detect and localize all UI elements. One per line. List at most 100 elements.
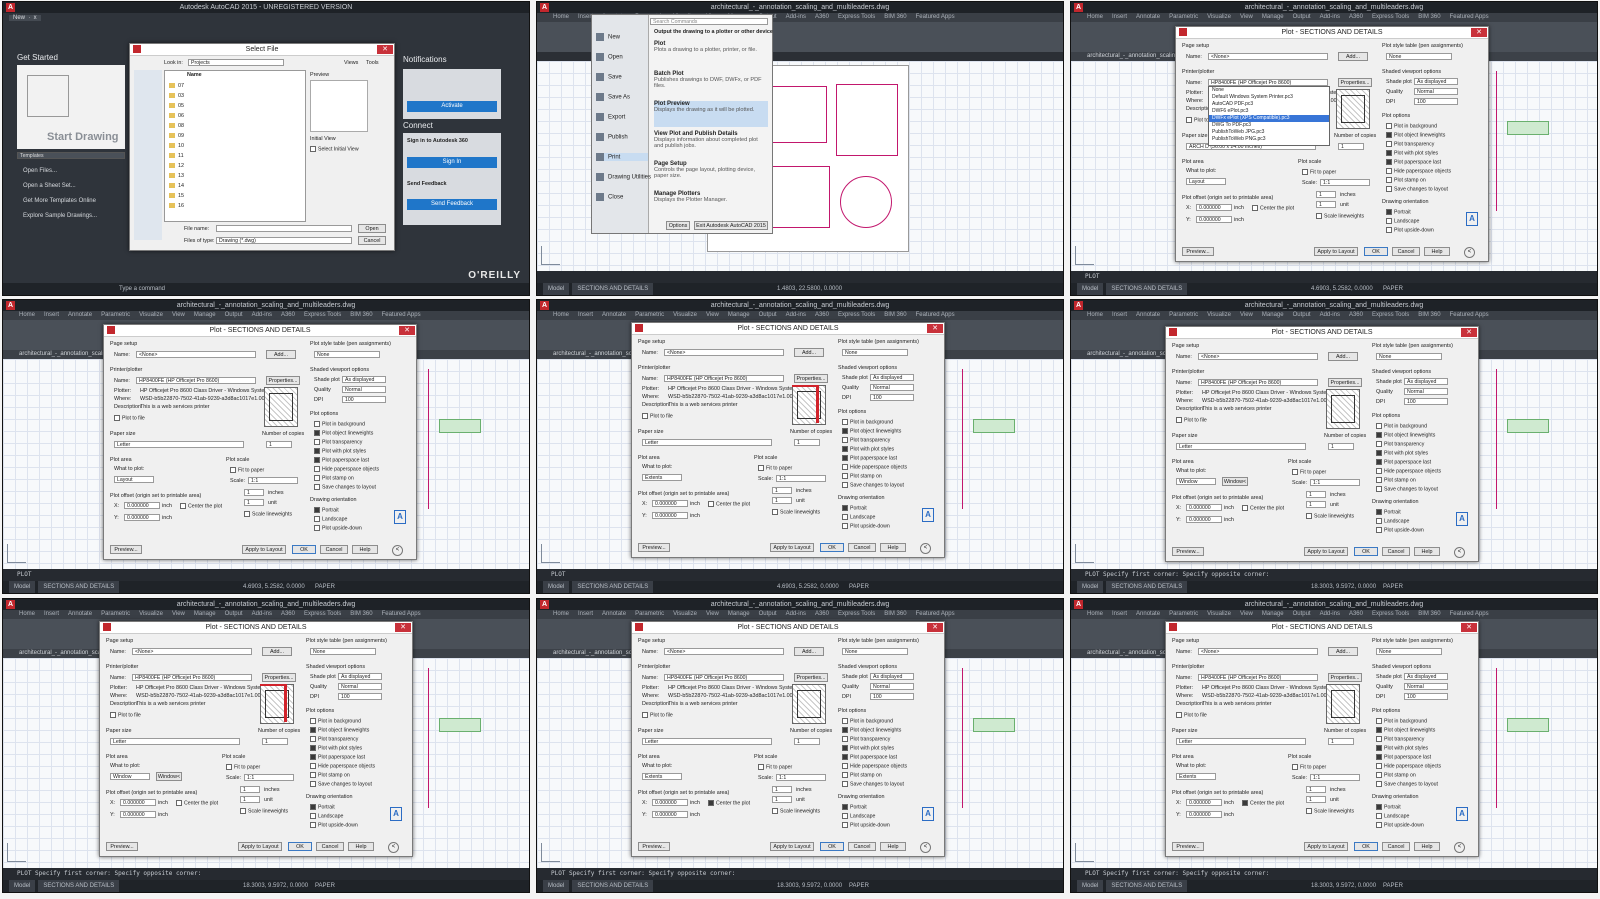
ribbon-tab-featured-apps[interactable]: Featured Apps [1450,611,1489,617]
plot-style-dropdown[interactable]: None [1376,648,1442,655]
plot-option-hide-paperspace-objects[interactable]: Hide paperspace objects [842,464,907,470]
plot-option-plot-in-background[interactable]: Plot in background [1386,123,1437,129]
plot-option-plot-stamp-on[interactable]: Plot stamp on [842,772,882,778]
ribbon-tab-parametric[interactable]: Parametric [101,312,130,318]
open-sheet-set-link[interactable]: Open a Sheet Set... [23,183,76,189]
ribbon-tab-output[interactable]: Output [1293,312,1311,318]
ribbon-tab-express-tools[interactable]: Express Tools [1372,14,1409,20]
ribbon-tab-express-tools[interactable]: Express Tools [838,312,875,318]
number-of-copies-stepper[interactable]: 1 [1328,738,1354,745]
ribbon-tab-insert[interactable]: Insert [1112,312,1127,318]
add-page-setup-button[interactable]: Add... [1328,352,1358,361]
scale-numerator-input[interactable]: 1 [1306,786,1326,793]
ribbon-tab-home[interactable]: Home [1087,312,1103,318]
add-page-setup-button[interactable]: Add... [266,350,296,359]
number-of-copies-stepper[interactable]: 1 [1338,143,1364,150]
app-menu-item-drawing-utilities[interactable]: Drawing Utilities [596,173,651,181]
ribbon-tab-home[interactable]: Home [553,312,569,318]
printer-option[interactable]: AutoCAD PDF.pc3 [1209,101,1329,108]
ribbon-tab-annotate[interactable]: Annotate [68,611,92,617]
expand-collapse-icon[interactable]: < [920,543,931,554]
upside-down-checkbox[interactable]: Plot upside-down [842,822,890,828]
shade-plot-dropdown[interactable]: As displayed [1404,673,1448,680]
command-line[interactable]: PLOT [3,569,529,581]
autocad-logo-icon[interactable]: A [1074,3,1083,12]
look-in-dropdown[interactable]: Projects [188,59,284,66]
landscape-radio[interactable]: Landscape [1386,218,1419,224]
ribbon-tab-view[interactable]: View [172,611,185,617]
start-drawing-tile[interactable]: Start Drawing [17,65,125,149]
paper-size-dropdown[interactable]: Letter [642,738,772,745]
ribbon-tab-visualize[interactable]: Visualize [673,611,697,617]
portrait-radio[interactable]: Portrait [1376,509,1401,515]
ribbon-tab-annotate[interactable]: Annotate [1136,611,1160,617]
quality-dropdown[interactable]: Normal [1414,88,1458,95]
center-the-plot-checkbox[interactable]: Center the plot [180,503,222,509]
ribbon-tab-insert[interactable]: Insert [1112,611,1127,617]
plot-option-plot-object-lineweights[interactable]: Plot object lineweights [314,430,373,436]
dpi-input[interactable]: 100 [1404,398,1448,405]
folder-row[interactable]: 09 [169,131,184,141]
plot-option-hide-paperspace-objects[interactable]: Hide paperspace objects [314,466,379,472]
ribbon-tab-view[interactable]: View [1240,312,1253,318]
dpi-input[interactable]: 100 [870,394,914,401]
model-tab[interactable]: Model [543,880,570,892]
get-templates-link[interactable]: Get More Templates Online [23,198,96,204]
ribbon-tab-a360[interactable]: A360 [815,14,829,20]
ribbon-tab-add-ins[interactable]: Add-ins [786,312,806,318]
cancel-button[interactable]: Cancel [848,842,876,851]
plot-option-plot-with-plot-styles[interactable]: Plot with plot styles [310,745,362,751]
help-button[interactable]: Help [880,842,906,851]
paper-space-indicator[interactable]: PAPER [315,581,335,593]
ribbon-tabs[interactable]: Home Insert Annotate Parametric Visualize Vie… [1071,13,1597,22]
plot-option-plot-object-lineweights[interactable]: Plot object lineweights [842,727,901,733]
cancel-button[interactable]: Cancel [320,545,348,554]
preview-button[interactable]: Preview... [1182,247,1214,256]
ribbon-tab-output[interactable]: Output [1293,611,1311,617]
center-the-plot-checkbox[interactable]: Center the plot [1242,800,1284,806]
folder-row[interactable]: 07 [169,81,184,91]
ribbon-tab-featured-apps[interactable]: Featured Apps [916,14,955,20]
places-bar[interactable] [134,70,162,240]
print-option-manage-plotters[interactable]: Manage Plotters Displays the Plotter Mana… [654,191,768,217]
print-option-plot[interactable]: Plot Plots a drawing to a plotter, printe… [654,41,768,67]
file-list[interactable]: Name 07 03 05 06 08 09 10 11 12 13 14 15 16 [164,70,306,222]
y-offset-input[interactable]: 0.000000 [652,811,688,818]
plot-style-dropdown[interactable]: None [1376,353,1442,360]
plot-to-file-checkbox[interactable]: Plot to file [642,413,673,419]
close-icon[interactable]: ✕ [1461,328,1477,337]
page-setup-name-dropdown[interactable]: <None> [136,351,256,358]
window-select-button[interactable]: Window< [1222,477,1248,486]
close-icon[interactable]: ✕ [1471,28,1487,37]
plot-to-file-checkbox[interactable]: Plot to file [642,712,673,718]
fit-to-paper-checkbox[interactable]: Fit to paper [1302,169,1336,175]
ribbon-tab-add-ins[interactable]: Add-ins [1320,611,1340,617]
x-offset-input[interactable]: 0.000000 [120,799,156,806]
properties-button[interactable]: Properties... [266,376,300,385]
preview-button[interactable]: Preview... [106,842,138,851]
folder-row[interactable]: 03 [169,91,184,101]
command-line[interactable]: PLOT [537,569,1063,581]
plot-option-save-changes-to-layout[interactable]: Save changes to layout [310,781,372,787]
landscape-radio[interactable]: Landscape [842,813,875,819]
name-column-header[interactable]: Name [187,72,202,78]
what-to-plot-dropdown[interactable]: Layout [114,476,154,483]
model-tab[interactable]: Model [543,581,570,593]
properties-button[interactable]: Properties... [794,673,828,682]
app-menu-item-export[interactable]: Export [596,113,625,121]
folder-row[interactable]: 11 [169,151,184,161]
page-setup-name-dropdown[interactable]: <None> [1198,648,1318,655]
fit-to-paper-checkbox[interactable]: Fit to paper [758,764,792,770]
ribbon-tab-manage[interactable]: Manage [728,611,750,617]
model-tab[interactable]: Model [1077,581,1104,593]
help-button[interactable]: Help [1414,842,1440,851]
apply-to-layout-button[interactable]: Apply to Layout [242,545,286,554]
plot-option-hide-paperspace-objects[interactable]: Hide paperspace objects [1386,168,1451,174]
properties-button[interactable]: Properties... [262,673,296,682]
center-the-plot-checkbox[interactable]: Center the plot [176,800,218,806]
upside-down-checkbox[interactable]: Plot upside-down [1386,227,1434,233]
help-button[interactable]: Help [880,543,906,552]
ribbon-tab-parametric[interactable]: Parametric [101,611,130,617]
close-icon[interactable]: ✕ [395,623,411,632]
ribbon-tab-manage[interactable]: Manage [1262,14,1284,20]
